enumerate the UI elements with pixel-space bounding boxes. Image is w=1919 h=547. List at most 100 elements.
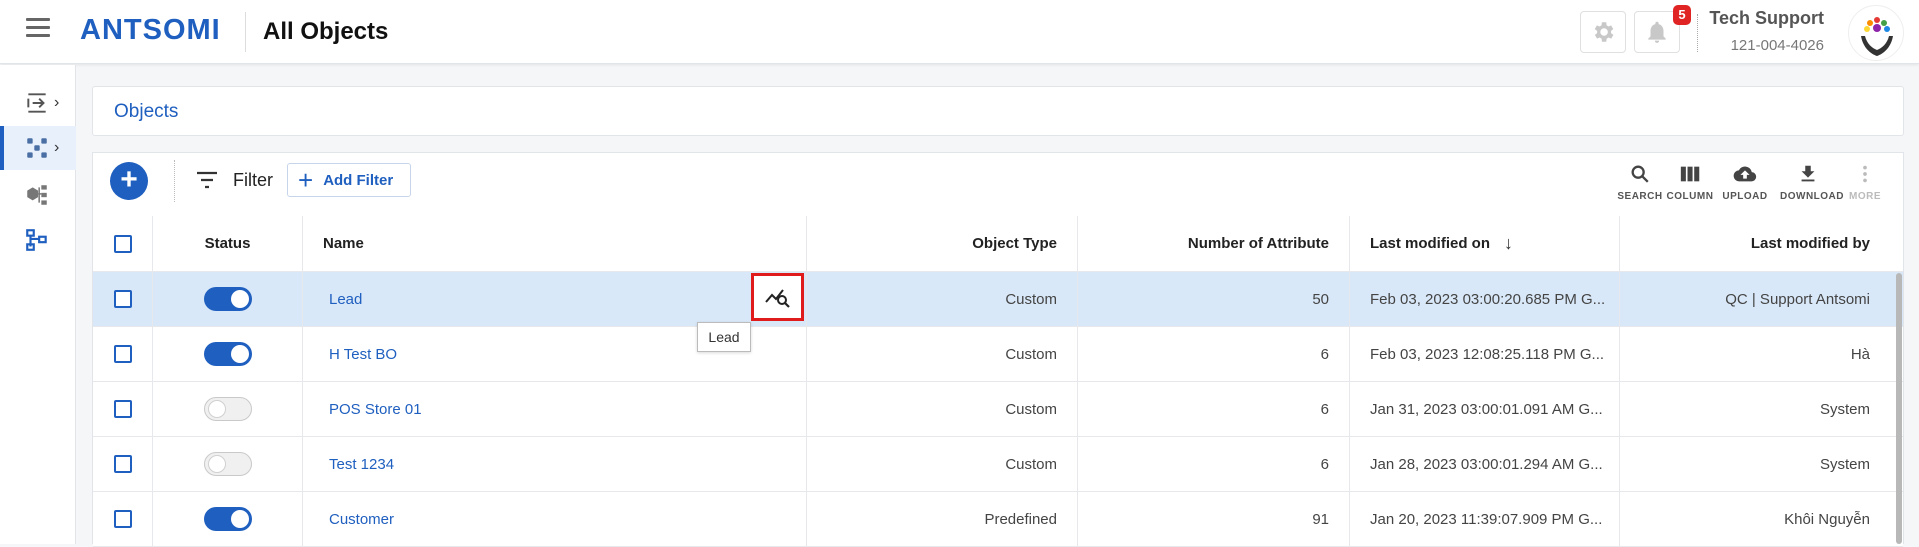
row-check-cell [93, 272, 153, 326]
name-cell: Test 1234 [303, 437, 807, 491]
attribute-count-cell: 6 [1078, 437, 1350, 491]
modified-on-cell: Jan 28, 2023 03:00:01.294 AM G... [1350, 437, 1620, 491]
settings-button[interactable] [1580, 11, 1626, 53]
chevron-right-icon: › [54, 94, 60, 111]
column-header-attribute-count[interactable]: Number of Attribute [1078, 216, 1350, 271]
modified-by-cell: Khôi Nguyễn [1784, 510, 1870, 528]
name-cell: POS Store 01 [303, 382, 807, 436]
divider [1697, 14, 1698, 52]
object-name-link[interactable]: Test 1234 [329, 456, 394, 473]
status-toggle[interactable] [203, 507, 252, 531]
name-cell: Customer [303, 492, 807, 546]
type-cell: Custom [807, 382, 1078, 436]
chart-search-icon [764, 289, 790, 308]
download-icon [1801, 165, 1815, 182]
row-check-cell [93, 492, 153, 546]
table-row[interactable]: Lead Custom 50 Feb 03, 2023 03:00:20.685… [93, 272, 1903, 327]
row-checkbox[interactable] [113, 455, 132, 473]
table-row[interactable]: POS Store 01 Custom 6 Jan 31, 2023 03:00… [93, 382, 1903, 437]
objects-icon [27, 138, 47, 158]
table-row[interactable]: Test 1234 Custom 6 Jan 28, 2023 03:00:01… [93, 437, 1903, 492]
type-cell: Custom [807, 437, 1078, 491]
upload-tool-button[interactable]: UPLOAD [1717, 163, 1773, 202]
name-cell: Lead [303, 272, 807, 326]
sidebar: › › [0, 65, 76, 544]
modified-on-cell: Jan 20, 2023 11:39:07.909 PM G... [1350, 492, 1620, 546]
column-header-status[interactable]: Status [153, 216, 303, 271]
sidebar-item-hierarchy[interactable] [0, 218, 76, 262]
search-tool-button[interactable]: SEARCH [1612, 163, 1668, 202]
divider [174, 160, 175, 202]
row-checkbox[interactable] [113, 290, 132, 308]
modified-on-cell: Feb 03, 2023 12:08:25.118 PM G... [1350, 327, 1620, 381]
object-name-link[interactable]: H Test BO [329, 346, 397, 363]
status-cell [153, 382, 303, 436]
type-cell: Predefined [807, 492, 1078, 546]
sidebar-item-objects[interactable]: › [0, 126, 76, 170]
avatar[interactable] [1848, 5, 1904, 61]
menu-icon[interactable] [26, 18, 50, 38]
row-checkbox[interactable] [113, 400, 132, 418]
sidebar-item-cube-tree[interactable] [0, 173, 76, 217]
sort-down-icon[interactable]: ↓ [1504, 233, 1513, 254]
status-toggle[interactable] [203, 452, 252, 476]
hierarchy-icon [26, 229, 47, 251]
search-icon [1631, 165, 1649, 183]
column-header-label: Last modified on [1370, 235, 1490, 252]
column-header-object-type[interactable]: Object Type [807, 216, 1078, 271]
page-title: All Objects [263, 18, 389, 45]
object-name-link[interactable]: Lead [329, 291, 362, 308]
divider [245, 12, 246, 52]
more-vert-icon [1863, 165, 1867, 183]
column-header-last-modified-on[interactable]: Last modified on ↓ [1350, 216, 1620, 271]
import-icon [27, 93, 46, 113]
filter-icon[interactable] [196, 171, 218, 189]
vertical-scrollbar[interactable] [1896, 273, 1902, 544]
filter-label[interactable]: Filter [233, 170, 273, 191]
status-cell [153, 492, 303, 546]
notification-badge: 5 [1673, 5, 1691, 25]
section-title: Objects [114, 101, 179, 122]
tooltip: Lead [697, 322, 751, 352]
column-tool-label: COLUMN [1666, 191, 1714, 202]
user-name[interactable]: Tech Support [1700, 8, 1824, 29]
modified-by-cell: System [1819, 400, 1870, 418]
search-tool-label: SEARCH [1617, 191, 1663, 202]
row-check-cell [93, 382, 153, 436]
download-tool-button[interactable]: DOWNLOAD [1780, 163, 1844, 202]
column-header-name[interactable]: Name [303, 216, 807, 271]
add-object-button[interactable]: + [110, 162, 148, 200]
status-toggle[interactable] [203, 397, 252, 421]
status-toggle[interactable] [203, 287, 252, 311]
row-check-cell [93, 327, 153, 381]
avatar-logo-icon [1861, 17, 1893, 56]
modified-on-cell: Feb 03, 2023 03:00:20.685 PM G... [1350, 272, 1620, 326]
row-checkbox[interactable] [113, 510, 132, 528]
status-cell [153, 437, 303, 491]
type-cell: Custom [807, 327, 1078, 381]
download-tool-label: DOWNLOAD [1780, 191, 1844, 202]
upload-icon [1733, 166, 1757, 182]
modified-by-cell: Hà [1850, 345, 1870, 363]
more-tool-button[interactable]: MORE [1837, 163, 1893, 202]
analyze-object-button[interactable] [751, 273, 804, 321]
table-header-row: Status Name Object Type Number of Attrib… [93, 216, 1903, 272]
add-filter-button[interactable]: + Add Filter [287, 163, 411, 197]
status-toggle[interactable] [203, 342, 252, 366]
type-cell: Custom [807, 272, 1078, 326]
upload-tool-label: UPLOAD [1722, 191, 1768, 202]
row-checkbox[interactable] [113, 345, 132, 363]
sidebar-item-import[interactable]: › [0, 81, 76, 125]
table-row[interactable]: H Test BO Custom 6 Feb 03, 2023 12:08:25… [93, 327, 1903, 382]
column-icon [1680, 166, 1700, 182]
select-all-checkbox[interactable] [113, 234, 132, 253]
column-tool-button[interactable]: COLUMN [1662, 163, 1718, 202]
cube-tree-icon [27, 185, 47, 205]
status-cell [153, 327, 303, 381]
object-name-link[interactable]: Customer [329, 511, 394, 528]
more-tool-label: MORE [1849, 191, 1881, 202]
plus-icon: + [298, 165, 314, 195]
column-header-last-modified-by[interactable]: Last modified by [1620, 216, 1890, 271]
table-row[interactable]: Customer Predefined 91 Jan 20, 2023 11:3… [93, 492, 1903, 547]
object-name-link[interactable]: POS Store 01 [329, 401, 422, 418]
